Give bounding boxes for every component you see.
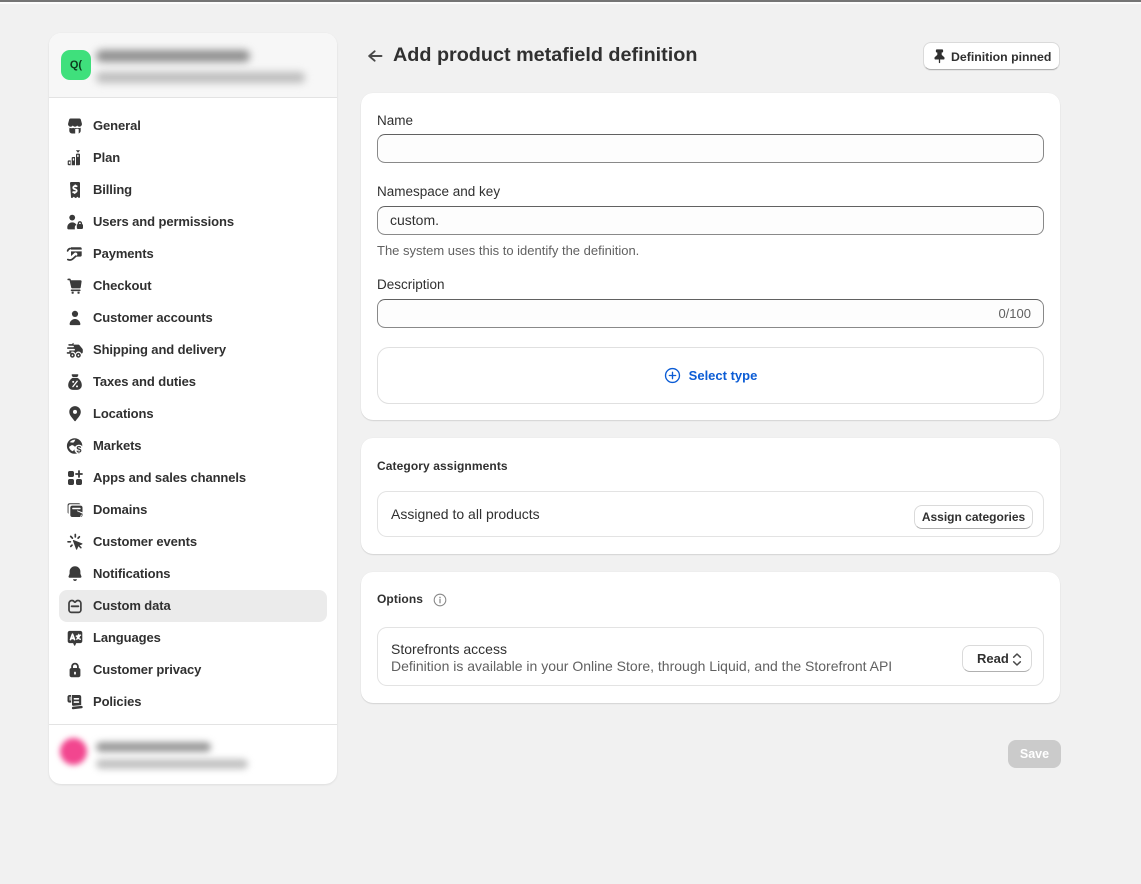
- svg-text:$: $: [76, 444, 81, 454]
